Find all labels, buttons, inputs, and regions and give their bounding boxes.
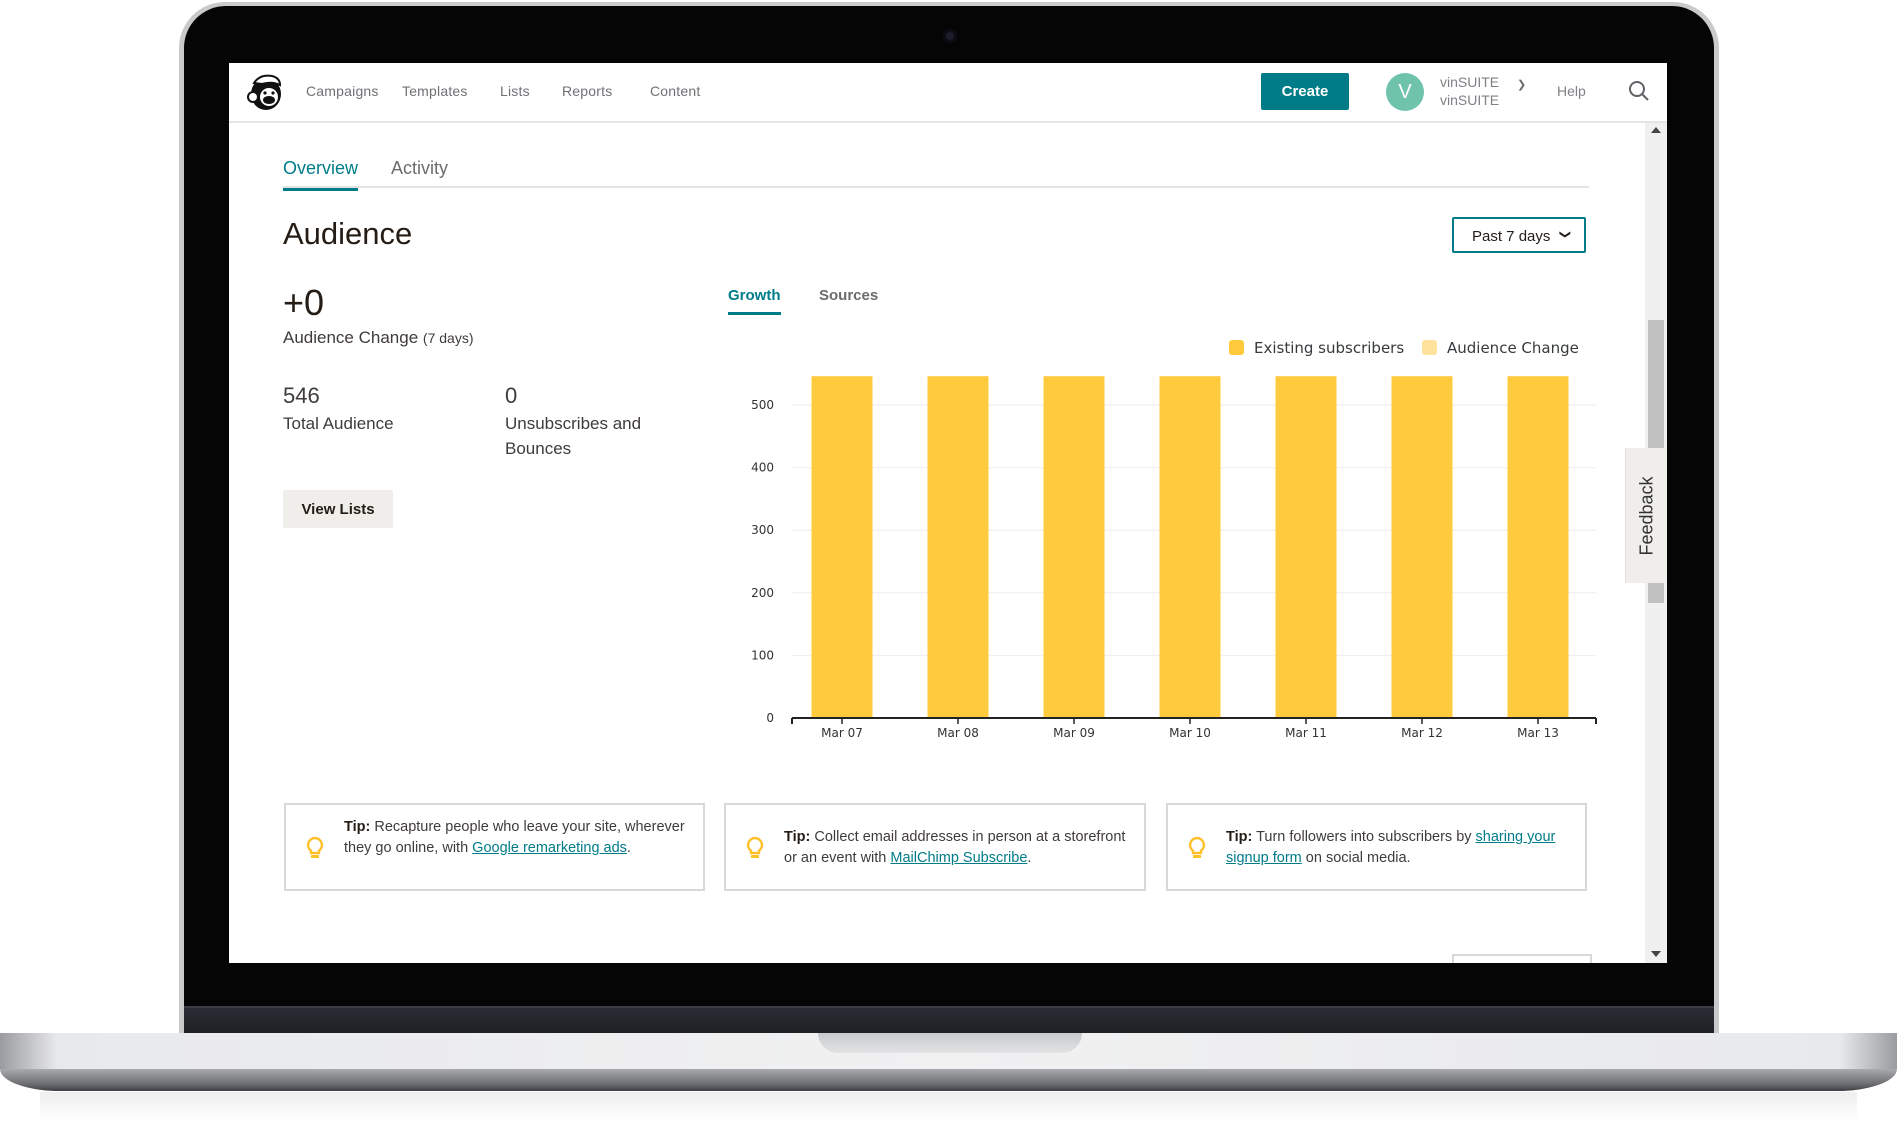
x-tick-label: Mar 11 (1285, 726, 1327, 740)
scroll-down-arrow-icon[interactable] (1651, 951, 1661, 957)
legend-swatch-change (1422, 340, 1437, 355)
bar-existing-subscribers (927, 376, 989, 718)
audience-change-period: (7 days) (422, 330, 474, 346)
search-icon[interactable] (1627, 79, 1651, 103)
audience-change-text: Audience Change (283, 328, 419, 347)
total-audience-label: Total Audience (283, 414, 394, 433)
lightbulb-icon (306, 836, 324, 858)
lightbulb-icon (746, 836, 764, 858)
y-tick-label: 300 (751, 523, 774, 537)
audience-change-label: Audience Change (7 days) (283, 325, 473, 351)
create-button[interactable]: Create (1261, 73, 1349, 110)
scroll-up-arrow-icon[interactable] (1651, 127, 1661, 133)
page-tabs: Overview Activity (283, 154, 1589, 191)
bar-existing-subscribers (1507, 376, 1569, 718)
chevron-down-icon: ❯ (1559, 229, 1572, 240)
tip-prefix: Tip: (1226, 829, 1253, 845)
x-tick-label: Mar 09 (1053, 726, 1095, 740)
chevron-down-icon[interactable]: ❯ (1517, 78, 1526, 91)
nav-templates[interactable]: Templates (402, 83, 468, 99)
tab-activity[interactable]: Activity (391, 158, 448, 179)
nav-lists[interactable]: Lists (500, 83, 530, 99)
tip-end: . (626, 840, 631, 856)
y-tick-label: 500 (751, 398, 774, 412)
tip-prefix: Tip: (344, 819, 371, 835)
feedback-tab[interactable]: Feedback (1625, 448, 1667, 583)
bar-existing-subscribers (1275, 376, 1337, 718)
bar-existing-subscribers (1159, 376, 1221, 718)
x-tick-label: Mar 08 (937, 726, 979, 740)
chart-tab-sources[interactable]: Sources (819, 287, 878, 304)
laptop-reflection (40, 1092, 1857, 1122)
next-section-card (1452, 954, 1592, 963)
audience-change-value: +0 (283, 282, 325, 323)
app-screen: Campaigns Templates Lists Reports Conten… (229, 63, 1667, 963)
y-tick-label: 0 (766, 711, 774, 725)
tip-link-mailchimp-subscribe[interactable]: MailChimp Subscribe (890, 850, 1027, 866)
legend-existing-subscribers[interactable]: Existing subscribers (1229, 339, 1404, 357)
view-lists-button[interactable]: View Lists (283, 490, 393, 528)
avatar[interactable]: V (1386, 73, 1424, 111)
camera-icon (943, 29, 957, 43)
feedback-label: Feedback (1636, 475, 1657, 556)
x-tick-label: Mar 13 (1517, 726, 1559, 740)
tip-end: on social media. (1301, 850, 1411, 866)
nav-campaigns[interactable]: Campaigns (306, 83, 379, 99)
legend-audience-change[interactable]: Audience Change (1422, 339, 1579, 357)
account-name-line1: vinSUITE (1440, 74, 1500, 90)
tip-card: Tip: Turn followers into subscribers by … (1166, 803, 1587, 891)
laptop-base-edge (0, 1069, 1897, 1091)
nav-content[interactable]: Content (650, 83, 700, 99)
unsubscribes-label: Unsubscribes and Bounces (505, 414, 642, 458)
y-tick-label: 400 (751, 461, 774, 475)
nav-reports[interactable]: Reports (562, 83, 612, 99)
lightbulb-icon (1188, 836, 1206, 858)
legend-label-change: Audience Change (1447, 339, 1579, 357)
y-tick-label: 100 (751, 648, 774, 662)
mailchimp-logo-icon[interactable] (244, 71, 286, 113)
tab-overview[interactable]: Overview (283, 158, 359, 191)
top-navigation: Campaigns Templates Lists Reports Conten… (229, 63, 1667, 123)
laptop-chin (184, 1006, 1714, 1036)
x-tick-label: Mar 12 (1401, 726, 1443, 740)
tip-card: Tip: Recapture people who leave your sit… (284, 803, 705, 891)
legend-swatch-existing (1229, 340, 1244, 355)
account-name-line2: vinSUITE (1440, 92, 1500, 108)
legend-label-existing: Existing subscribers (1254, 339, 1405, 357)
date-range-dropdown[interactable]: Past 7 days ❯ (1452, 217, 1586, 253)
tip-text: Tip: Recapture people who leave your sit… (344, 817, 689, 859)
chart-tab-growth[interactable]: Growth (728, 287, 781, 315)
laptop-opening-notch (818, 1033, 1082, 1053)
page-title: Audience (283, 216, 413, 251)
help-link[interactable]: Help (1557, 83, 1586, 99)
tip-card: Tip: Collect email addresses in person a… (724, 803, 1146, 891)
x-tick-label: Mar 10 (1169, 726, 1211, 740)
account-menu[interactable]: vinSUITE vinSUITE (1440, 73, 1499, 109)
date-range-label: Past 7 days (1472, 228, 1551, 245)
tip-prefix: Tip: (784, 829, 811, 845)
tip-end: . (1027, 850, 1032, 866)
tip-link-google-remarketing[interactable]: Google remarketing ads (472, 840, 627, 856)
y-tick-label: 200 (751, 586, 774, 600)
bar-existing-subscribers (811, 376, 873, 718)
bar-existing-subscribers (1391, 376, 1453, 718)
growth-bar-chart: 0 100 200 300 400 500 Mar 07 Mar 08 Mar 09 Mar 10… (751, 376, 1597, 740)
x-tick-label: Mar 07 (821, 726, 863, 740)
total-audience-value: 546 (283, 383, 320, 408)
unsubscribes-value: 0 (505, 383, 518, 408)
tip-text: Tip: Turn followers into subscribers by … (1226, 827, 1571, 869)
tip-body: Turn followers into subscribers by (1252, 829, 1476, 845)
bar-existing-subscribers (1043, 376, 1105, 718)
tip-text: Tip: Collect email addresses in person a… (784, 827, 1130, 869)
